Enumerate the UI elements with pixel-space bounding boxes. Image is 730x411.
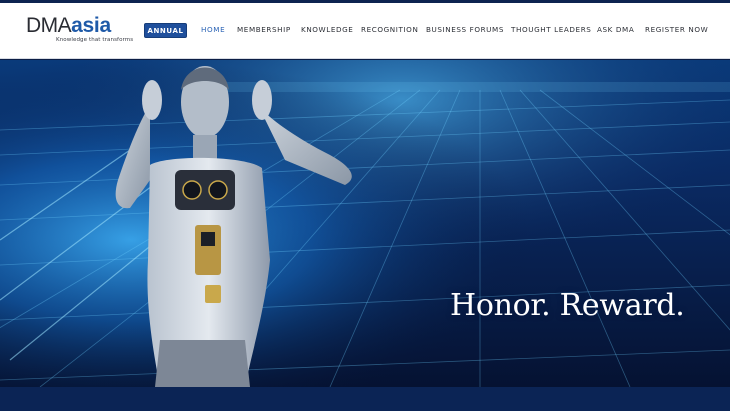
nav-item-thought-leaders[interactable]: THOUGHT LEADERS — [511, 25, 591, 34]
hero-banner: Honor. Reward. — [0, 60, 730, 387]
nav-item-register-now[interactable]: REGISTER NOW — [645, 25, 708, 34]
dma-asia-logo[interactable]: DMA asia Knowledge that transforms — [26, 15, 136, 47]
logo-text-asia: asia — [71, 14, 111, 37]
logo-text-dma: DMA — [26, 14, 72, 37]
nav-item-home[interactable]: HOME — [201, 25, 225, 34]
site-header: DMA asia Knowledge that transforms ANNUAL… — [0, 3, 730, 59]
bottom-band — [0, 387, 730, 411]
nav-item-membership[interactable]: MEMBERSHIP — [237, 25, 291, 34]
nav-item-recognition[interactable]: RECOGNITION — [361, 25, 418, 34]
nav-item-business-forums[interactable]: BUSINESS FORUMS — [426, 25, 504, 34]
logo-tagline: Knowledge that transforms — [56, 37, 134, 43]
annual-button[interactable]: ANNUAL — [144, 23, 187, 38]
logo-wordmark: DMA asia — [26, 15, 136, 36]
hero-headline: Honor. Reward. — [450, 288, 685, 323]
nav-item-ask-dma[interactable]: ASK DMA — [597, 25, 634, 34]
hero-background-image — [0, 60, 730, 387]
nav-item-knowledge[interactable]: KNOWLEDGE — [301, 25, 353, 34]
